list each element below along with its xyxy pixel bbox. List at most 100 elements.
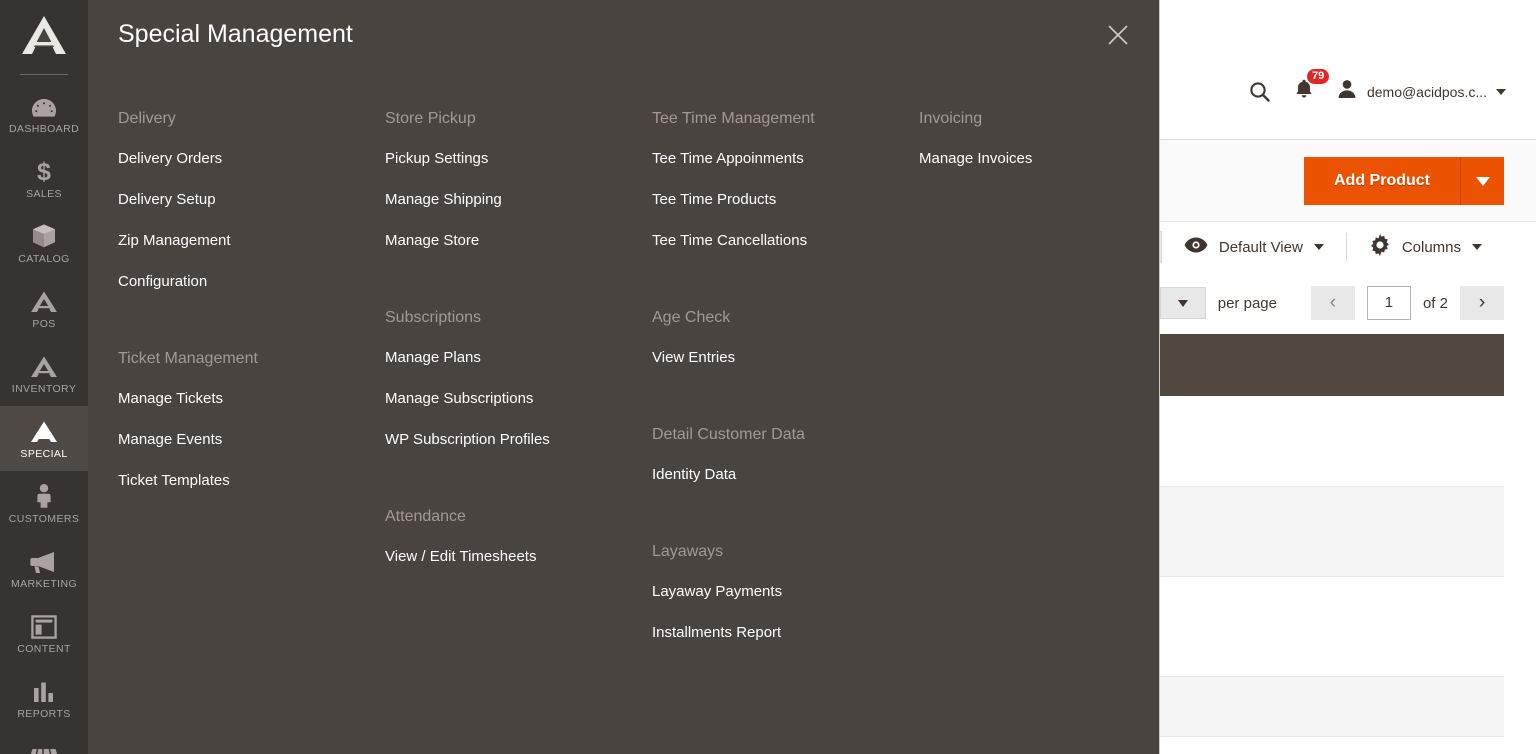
next-page-button[interactable]: › (1460, 286, 1504, 320)
sidebar-item-pos[interactable]: POS (0, 276, 88, 341)
inventory-triangle-icon (29, 353, 59, 379)
sidebar-item-dashboard[interactable]: DASHBOARD (0, 81, 88, 146)
sidebar-item-label: DASHBOARD (8, 122, 80, 135)
sidebar-item-label: POS (32, 317, 56, 330)
storefront-icon (30, 743, 58, 754)
notification-count-badge: 79 (1306, 69, 1330, 84)
menu-item-manage-tickets[interactable]: Manage Tickets (118, 378, 355, 419)
sidebar-item-catalog[interactable]: CATALOG (0, 211, 88, 276)
sidebar-item-reports[interactable]: REPORTS (0, 666, 88, 731)
group-title: Delivery (118, 110, 176, 127)
chevron-down-icon (1496, 88, 1506, 95)
columns-selector[interactable]: Columns (1347, 233, 1504, 261)
sidebar-item-label: SPECIAL (20, 447, 68, 460)
menu-item-configuration[interactable]: Configuration (118, 261, 355, 302)
page-title: Special Management (118, 20, 353, 48)
menu-item-installments-report[interactable]: Installments Report (652, 612, 889, 653)
per-page-label: per page (1217, 294, 1277, 312)
menu-item-identity-data[interactable]: Identity Data (652, 454, 889, 495)
megaphone-icon (30, 548, 58, 574)
menu-item-manage-plans[interactable]: Manage Plans (385, 337, 622, 378)
notifications-button[interactable]: 79 (1294, 69, 1330, 105)
sidebar-item-label: SALES (26, 187, 62, 200)
box-icon (31, 223, 57, 249)
add-product-button[interactable]: Add Product (1304, 157, 1460, 205)
add-product-split-button: Add Product (1304, 157, 1504, 205)
menu-item-delivery-setup[interactable]: Delivery Setup (118, 179, 355, 220)
sidebar-item-sales[interactable]: $ SALES (0, 146, 88, 211)
sidebar-item-label: REPORTS (17, 707, 71, 720)
chevron-down-icon (1475, 176, 1490, 186)
header-toolbar: 79 demo@acidpos.c... (1248, 69, 1506, 105)
chevron-left-icon: ‹ (1329, 292, 1337, 313)
group-subscriptions: Subscriptions Manage Plans Manage Subscr… (385, 295, 622, 460)
sidebar-item-stores[interactable]: STORES (0, 731, 88, 754)
group-store-pickup: Store Pickup Pickup Settings Manage Ship… (385, 96, 622, 261)
default-view-selector[interactable]: Default View (1162, 236, 1346, 259)
sidebar-divider (20, 74, 68, 75)
special-management-flyout: Special Management Delivery Delivery Ord… (88, 0, 1160, 754)
sidebar-item-label: CUSTOMERS (8, 512, 80, 525)
chevron-down-icon (1313, 244, 1324, 250)
group-detail-customer-data: Detail Customer Data Identity Data (652, 412, 889, 495)
menu-item-manage-shipping[interactable]: Manage Shipping (385, 179, 622, 220)
menu-item-wp-subscription-profiles[interactable]: WP Subscription Profiles (385, 419, 622, 460)
person-icon (33, 483, 55, 509)
per-page-select[interactable] (1159, 287, 1206, 319)
dollar-sign-icon: $ (34, 158, 54, 184)
sidebar-item-marketing[interactable]: MARKETING (0, 536, 88, 601)
menu-item-tee-time-products[interactable]: Tee Time Products (652, 179, 889, 220)
acid-logo-icon[interactable] (0, 0, 88, 70)
chevron-down-icon (1177, 299, 1188, 307)
menu-item-manage-invoices[interactable]: Manage Invoices (919, 138, 1156, 179)
sidebar-item-label: INVENTORY (11, 382, 77, 395)
add-product-dropdown-toggle[interactable] (1460, 157, 1504, 205)
sidebar-item-content[interactable]: CONTENT (0, 601, 88, 666)
user-name-label: demo@acidpos.c... (1366, 83, 1487, 100)
main-sidebar: DASHBOARD $ SALES CATALOG POS INVENTORY … (0, 0, 88, 754)
sidebar-item-special[interactable]: SPECIAL (0, 406, 88, 471)
menu-item-pickup-settings[interactable]: Pickup Settings (385, 138, 622, 179)
group-age-check: Age Check View Entries (652, 295, 889, 378)
menu-item-zip-management[interactable]: Zip Management (118, 220, 355, 261)
menu-item-manage-store[interactable]: Manage Store (385, 220, 622, 261)
group-title: Ticket Management (118, 350, 258, 367)
menu-item-view-entries[interactable]: View Entries (652, 337, 889, 378)
sidebar-item-customers[interactable]: CUSTOMERS (0, 471, 88, 536)
columns-label: Columns (1401, 238, 1461, 256)
menu-item-ticket-templates[interactable]: Ticket Templates (118, 460, 355, 501)
menu-item-delivery-orders[interactable]: Delivery Orders (118, 138, 355, 179)
menu-item-tee-time-appoinments[interactable]: Tee Time Appoinments (652, 138, 889, 179)
menu-item-tee-time-cancellations[interactable]: Tee Time Cancellations (652, 220, 889, 261)
special-triangle-icon (29, 418, 59, 444)
group-title: Attendance (385, 508, 466, 525)
previous-page-button[interactable]: ‹ (1310, 286, 1355, 320)
menu-item-manage-events[interactable]: Manage Events (118, 419, 355, 460)
gear-icon (1369, 233, 1391, 261)
menu-item-manage-subscriptions[interactable]: Manage Subscriptions (385, 378, 622, 419)
group-title: Subscriptions (385, 309, 482, 326)
flyout-column-1: Delivery Delivery Orders Delivery Setup … (88, 96, 355, 754)
flyout-column-3: Tee Time Management Tee Time Appoinments… (622, 96, 889, 754)
menu-item-layaway-payments[interactable]: Layaway Payments (652, 571, 889, 612)
user-menu[interactable]: demo@acidpos.c... (1336, 78, 1506, 105)
close-icon[interactable] (1101, 18, 1135, 52)
pos-triangle-icon (29, 288, 59, 314)
group-title: Layaways (652, 543, 724, 560)
group-title: Invoicing (919, 110, 983, 127)
group-title: Detail Customer Data (652, 426, 805, 443)
group-title: Tee Time Management (652, 110, 815, 127)
menu-item-view-edit-timesheets[interactable]: View / Edit Timesheets (385, 536, 622, 577)
search-icon[interactable] (1248, 80, 1272, 104)
sidebar-item-label: CONTENT (17, 642, 71, 655)
group-layaways: Layaways Layaway Payments Installments R… (652, 529, 889, 653)
group-ticket-management: Ticket Management Manage Tickets Manage … (118, 336, 355, 501)
sidebar-item-inventory[interactable]: INVENTORY (0, 341, 88, 406)
chevron-down-icon (1472, 244, 1482, 250)
group-title: Age Check (652, 309, 731, 326)
page-number-input[interactable]: 1 (1366, 286, 1411, 320)
bar-chart-icon (31, 678, 57, 704)
group-attendance: Attendance View / Edit Timesheets (385, 494, 622, 577)
group-tee-time-management: Tee Time Management Tee Time Appoinments… (652, 96, 889, 261)
user-avatar-icon (1336, 78, 1358, 105)
